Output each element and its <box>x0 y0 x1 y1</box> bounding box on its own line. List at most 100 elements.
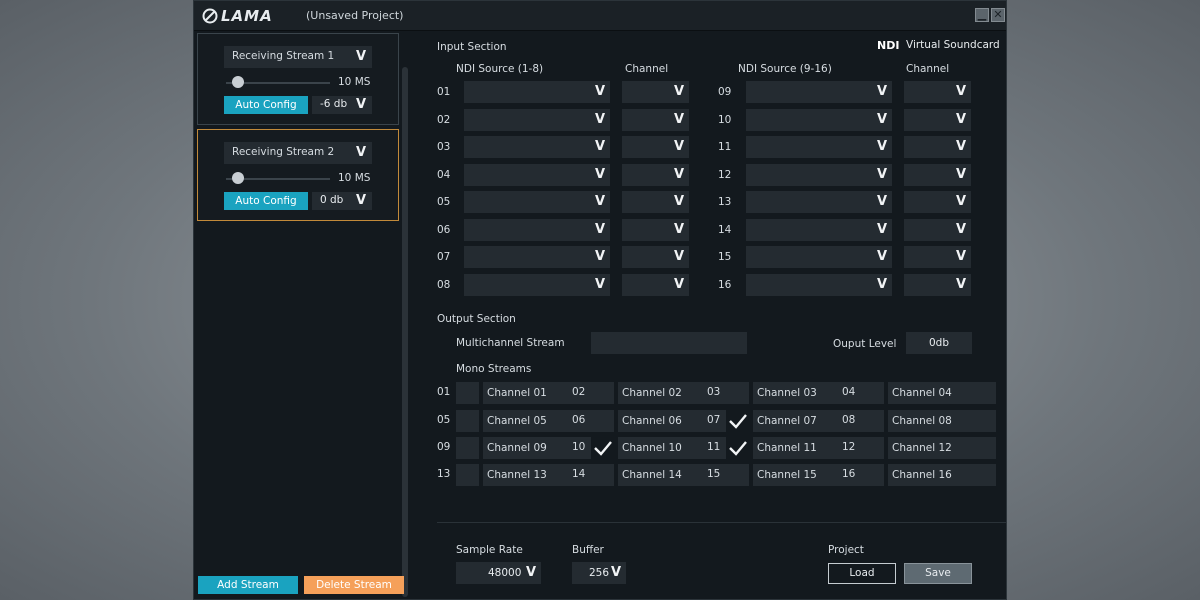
app-logo: LAMA <box>202 7 273 25</box>
channel-select[interactable]: V <box>622 191 689 213</box>
save-button[interactable]: Save <box>904 563 972 584</box>
channel-select[interactable]: V <box>904 274 971 296</box>
stream-card-1: Receiving Stream 1 V 10 MS Auto Config -… <box>197 33 399 125</box>
col-header-source-a: NDI Source (1-8) <box>456 63 544 75</box>
channel-select[interactable]: V <box>904 219 971 241</box>
mono-checkbox[interactable] <box>591 382 614 404</box>
gain-select[interactable]: 0 db V <box>312 192 372 210</box>
ndi-source-select[interactable]: V <box>746 109 892 131</box>
ndi-source-select[interactable]: V <box>746 81 892 103</box>
mono-checkbox[interactable] <box>456 464 479 486</box>
channel-select[interactable]: V <box>622 81 689 103</box>
ndi-source-select[interactable]: V <box>464 136 610 158</box>
chevron-down-icon: V <box>594 112 605 127</box>
ndi-source-select[interactable]: V <box>464 274 610 296</box>
mono-row-number: 15 <box>707 468 721 480</box>
mono-checkbox[interactable] <box>726 464 749 486</box>
add-stream-button[interactable]: Add Stream <box>198 576 298 594</box>
input-row-number: 08 <box>437 279 451 291</box>
mono-channel-field[interactable]: Channel 08 <box>888 410 996 432</box>
mono-channel-field[interactable]: Channel 12 <box>888 437 996 459</box>
channel-select[interactable]: V <box>904 246 971 268</box>
channel-select[interactable]: V <box>622 109 689 131</box>
close-icon[interactable]: ✕ <box>991 8 1005 22</box>
latency-slider-thumb[interactable] <box>232 172 244 184</box>
mono-checkbox[interactable] <box>456 437 479 459</box>
ndi-source-select[interactable]: V <box>746 246 892 268</box>
mono-checkbox[interactable] <box>726 382 749 404</box>
buffer-select[interactable]: 256 V <box>572 562 626 584</box>
input-row-number: 12 <box>718 169 732 181</box>
ndi-source-select[interactable]: V <box>464 191 610 213</box>
mono-checkbox[interactable] <box>591 410 614 432</box>
mono-checkbox[interactable] <box>861 464 884 486</box>
gain-value: 0 db <box>320 194 344 206</box>
channel-select[interactable]: V <box>622 274 689 296</box>
output-level-label: Ouput Level <box>833 338 897 350</box>
ndi-source-select[interactable]: V <box>746 191 892 213</box>
ndi-source-select[interactable]: V <box>746 136 892 158</box>
load-button[interactable]: Load <box>828 563 896 584</box>
mono-checkbox[interactable] <box>456 410 479 432</box>
stream-panel-scrollbar[interactable] <box>402 67 408 597</box>
mono-checkbox[interactable] <box>726 437 749 459</box>
stream-panel: Receiving Stream 1 V 10 MS Auto Config -… <box>194 31 408 599</box>
ndi-source-select[interactable]: V <box>746 274 892 296</box>
ndi-source-select[interactable]: V <box>464 109 610 131</box>
stream-name: Receiving Stream 2 <box>232 146 335 158</box>
channel-select[interactable]: V <box>904 136 971 158</box>
footer-divider <box>437 522 1006 523</box>
mono-checkbox[interactable] <box>591 464 614 486</box>
multichannel-label: Multichannel Stream <box>456 337 565 349</box>
input-row-number: 07 <box>437 251 451 263</box>
ndi-source-select[interactable]: V <box>464 246 610 268</box>
mono-row-number: 04 <box>842 386 856 398</box>
mono-checkbox[interactable] <box>861 382 884 404</box>
mono-row-number: 10 <box>572 441 586 453</box>
app-window: LAMA (Unsaved Project) ▁ ✕ Receiving Str… <box>193 0 1007 600</box>
mono-checkbox[interactable] <box>591 437 614 459</box>
channel-select[interactable]: V <box>904 191 971 213</box>
channel-select[interactable]: V <box>622 164 689 186</box>
stream-select[interactable]: Receiving Stream 1 V <box>224 46 372 68</box>
chevron-down-icon: V <box>355 97 366 112</box>
stream-select[interactable]: Receiving Stream 2 V <box>224 142 372 164</box>
multichannel-stream-field[interactable] <box>591 332 747 354</box>
auto-config-button[interactable]: Auto Config <box>224 96 308 114</box>
col-header-channel-b: Channel <box>906 63 950 75</box>
checkmark-icon <box>729 414 747 429</box>
mono-checkbox[interactable] <box>861 410 884 432</box>
output-level-field[interactable]: 0db <box>906 332 972 354</box>
input-row-number: 02 <box>437 114 451 126</box>
chevron-down-icon: V <box>876 194 887 209</box>
ndi-source-select[interactable]: V <box>464 81 610 103</box>
channel-select[interactable]: V <box>622 136 689 158</box>
ndi-source-select[interactable]: V <box>746 164 892 186</box>
brand-suffix: Virtual Soundcard <box>906 39 1000 51</box>
channel-select[interactable]: V <box>904 81 971 103</box>
chevron-down-icon: V <box>355 193 366 208</box>
mono-channel-field[interactable]: Channel 16 <box>888 464 996 486</box>
gain-select[interactable]: -6 db V <box>312 96 372 114</box>
minimize-icon[interactable]: ▁ <box>975 8 989 22</box>
mono-checkbox[interactable] <box>861 437 884 459</box>
mono-checkbox[interactable] <box>726 410 749 432</box>
mono-row-number: 14 <box>572 468 586 480</box>
mono-row-number: 09 <box>437 441 451 453</box>
mono-row-number: 08 <box>842 414 856 426</box>
channel-select[interactable]: V <box>622 246 689 268</box>
channel-select[interactable]: V <box>904 109 971 131</box>
sample-rate-select[interactable]: 48000 V <box>456 562 541 584</box>
mono-channel-field[interactable]: Channel 04 <box>888 382 996 404</box>
latency-slider-thumb[interactable] <box>232 76 244 88</box>
mono-streams-label: Mono Streams <box>456 363 532 375</box>
channel-select[interactable]: V <box>622 219 689 241</box>
channel-select[interactable]: V <box>904 164 971 186</box>
mono-checkbox[interactable] <box>456 382 479 404</box>
auto-config-button[interactable]: Auto Config <box>224 192 308 210</box>
ndi-source-select[interactable]: V <box>746 219 892 241</box>
ndi-source-select[interactable]: V <box>464 219 610 241</box>
ndi-source-select[interactable]: V <box>464 164 610 186</box>
logo-icon <box>202 8 218 24</box>
delete-stream-button[interactable]: Delete Stream <box>304 576 404 594</box>
